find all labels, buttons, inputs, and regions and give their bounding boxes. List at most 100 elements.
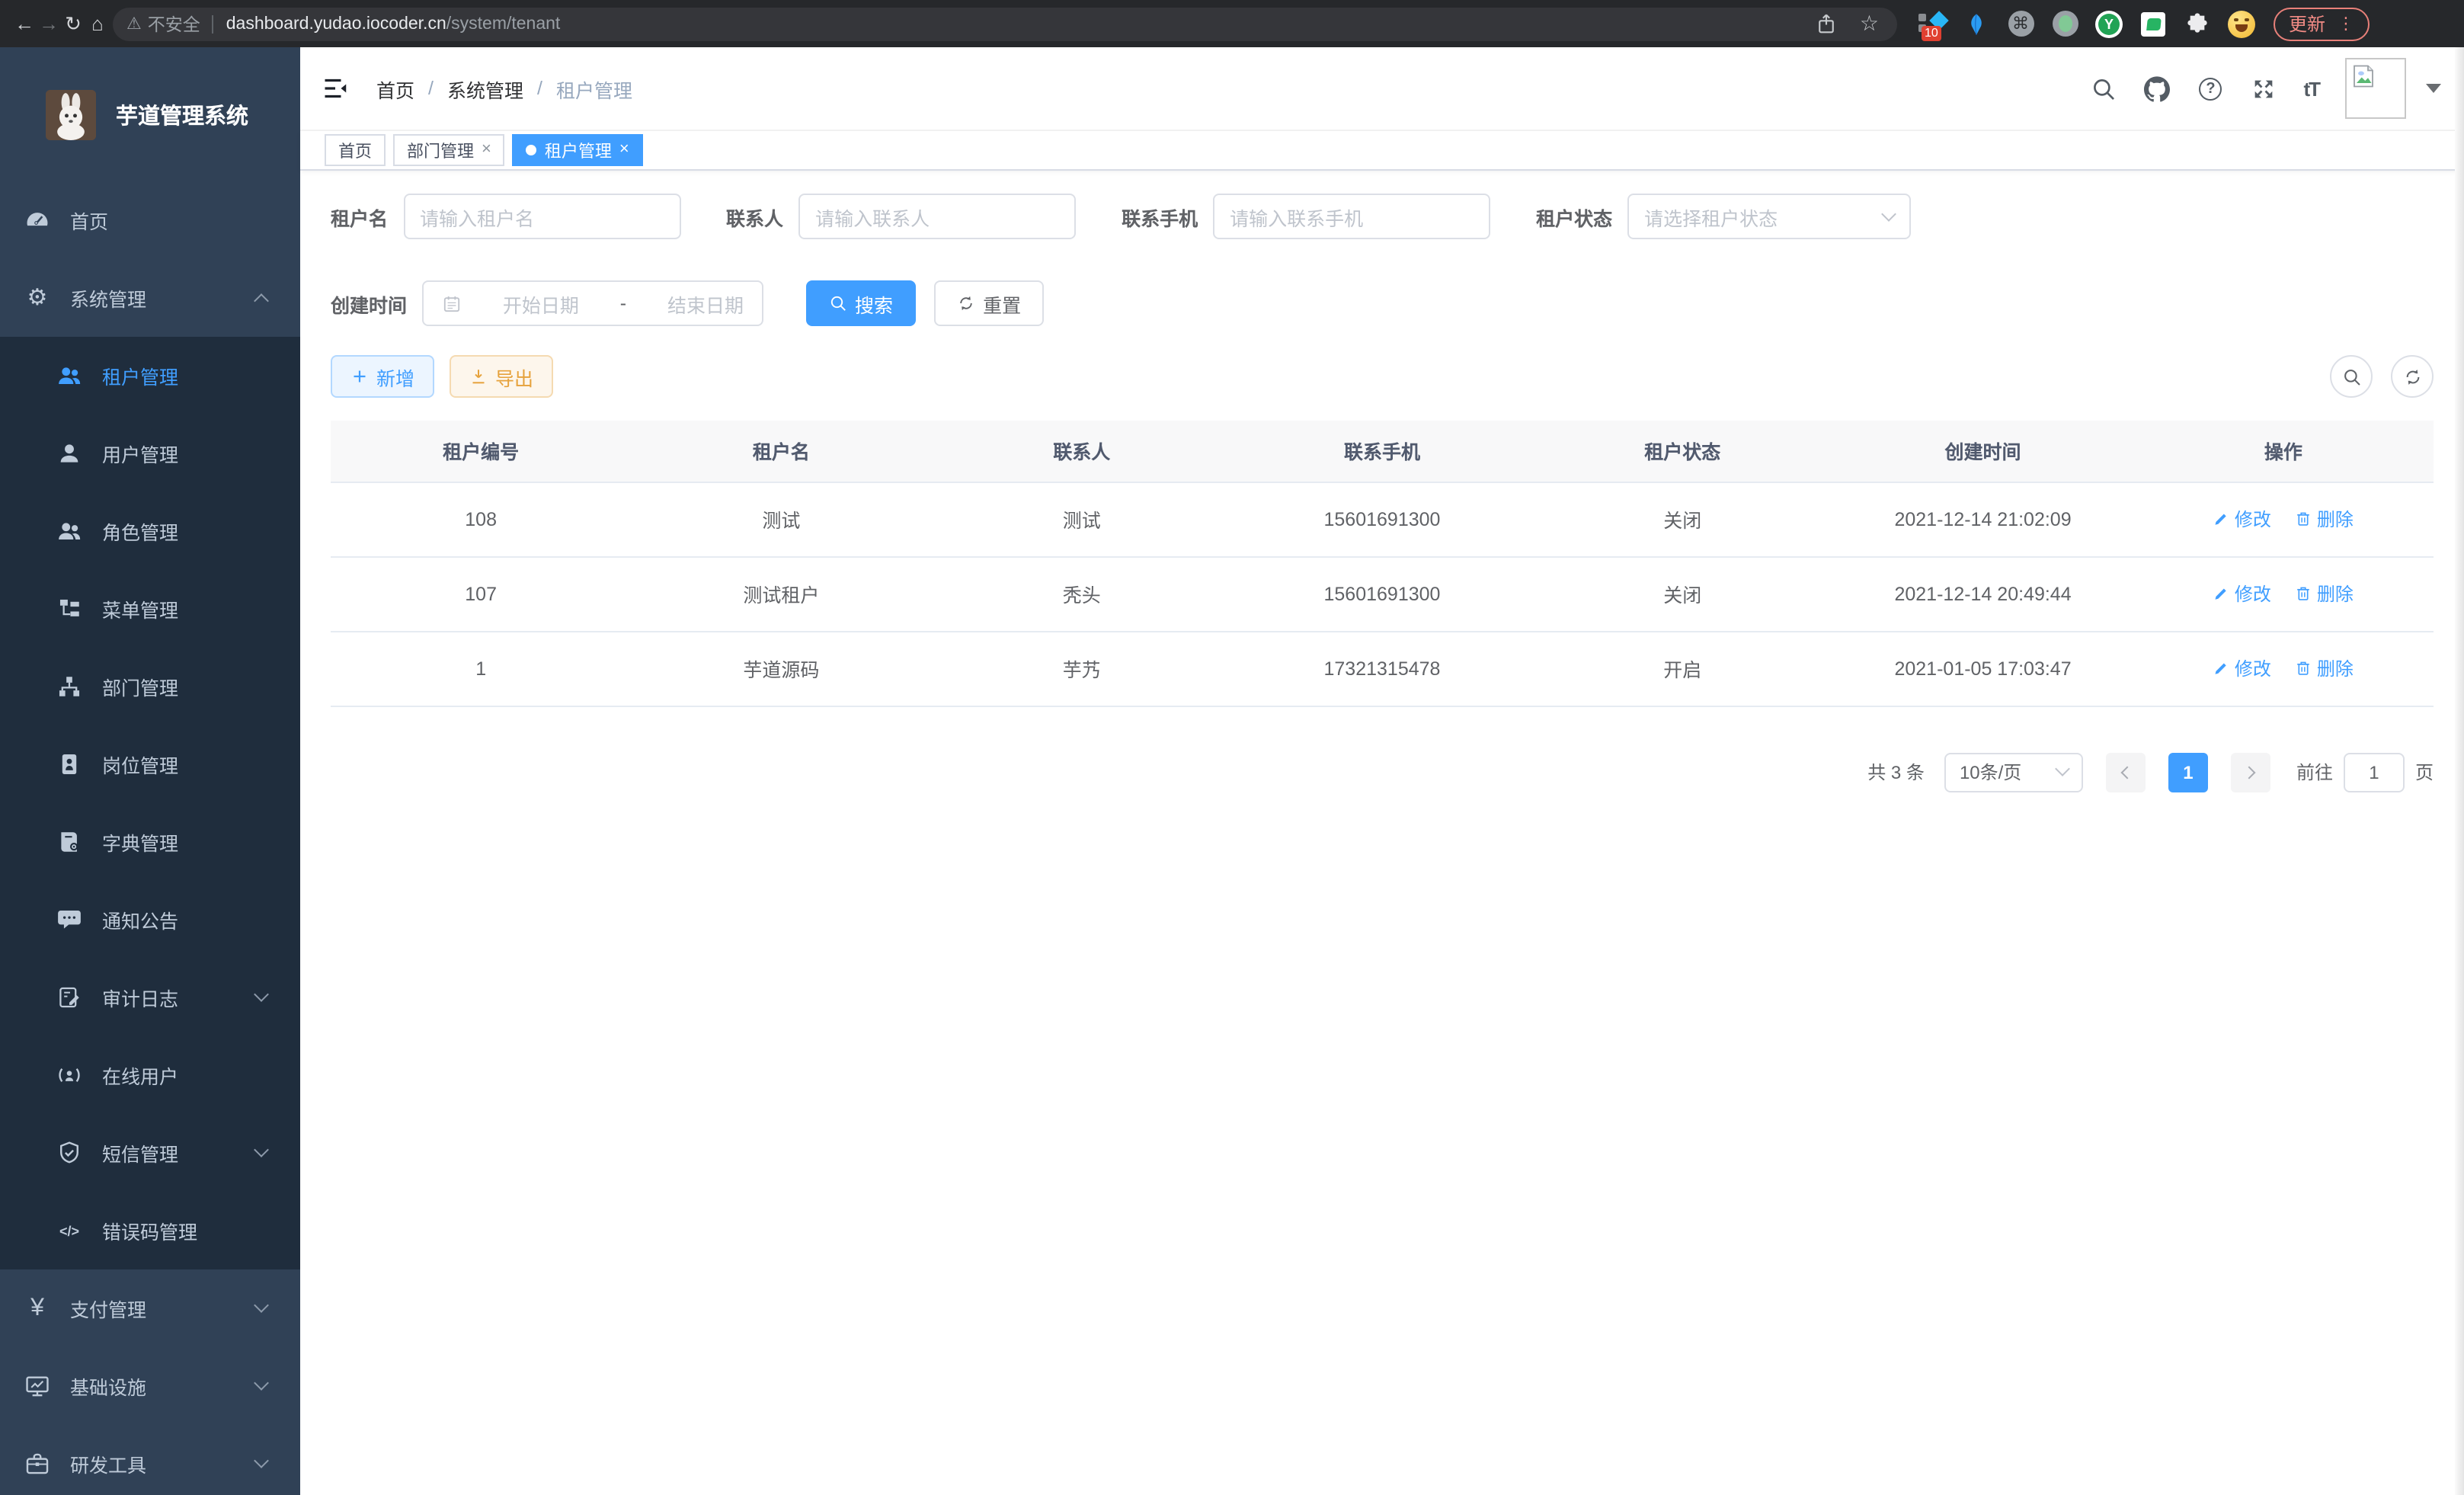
sidebar-item-tenant[interactable]: 租户管理 — [0, 337, 300, 415]
ext-record-icon[interactable] — [2051, 10, 2078, 37]
not-secure-label[interactable]: 不安全 — [148, 11, 200, 36]
system-submenu: 租户管理 用户管理 角色管理 菜单管理 部门管理 — [0, 337, 300, 1269]
avatar-caret-down-icon[interactable] — [2426, 84, 2441, 93]
cell-tenant-name: 测试 — [631, 482, 931, 556]
cell-mobile: 17321315478 — [1232, 631, 1532, 706]
end-date-placeholder[interactable]: 结束日期 — [667, 289, 744, 318]
sidebar-item-notice[interactable]: 通知公告 — [0, 881, 300, 959]
edit-link[interactable]: 修改 — [2213, 655, 2271, 681]
cell-tenant-id: 1 — [331, 631, 631, 706]
font-size-icon[interactable]: tT — [2303, 77, 2319, 100]
sidebar-fold-icon[interactable] — [322, 75, 349, 102]
help-icon[interactable]: ? — [2197, 75, 2224, 102]
sidebar-item-dept[interactable]: 部门管理 — [0, 648, 300, 725]
browser-home-icon[interactable]: ⌂ — [85, 12, 110, 35]
cell-actions: 修改删除 — [2133, 482, 2434, 556]
cell-tenant-name: 芋道源码 — [631, 631, 931, 706]
table-row: 1 芋道源码 芋艿 17321315478 开启 2021-01-05 17:0… — [331, 631, 2434, 706]
browser-forward-icon[interactable]: → — [37, 12, 61, 35]
edit-link[interactable]: 修改 — [2213, 506, 2271, 532]
address-bar[interactable]: ⚠ 不安全 dashboard.yudao.iocoder.cn/system/… — [113, 7, 1897, 40]
browser-back-icon[interactable]: ← — [12, 12, 37, 35]
cell-status: 开启 — [1532, 631, 1832, 706]
sidebar-item-system[interactable]: ⚙ 系统管理 — [0, 259, 300, 337]
yen-icon: ¥ — [24, 1295, 50, 1321]
page-scrollbar[interactable] — [2455, 47, 2464, 1495]
edit-link[interactable]: 修改 — [2213, 581, 2271, 607]
sidebar-item-pay[interactable]: ¥ 支付管理 — [0, 1269, 300, 1347]
tenant-name-label: 租户名 — [331, 202, 388, 231]
breadcrumb-system[interactable]: 系统管理 — [447, 74, 523, 103]
github-icon[interactable] — [2143, 75, 2171, 102]
url-host: dashboard.yudao.iocoder.cn — [226, 14, 446, 33]
tab-tenant[interactable]: 租户管理× — [513, 134, 643, 166]
sidebar-item-online-users[interactable]: 在线用户 — [0, 1036, 300, 1114]
sidebar-item-menu[interactable]: 菜单管理 — [0, 570, 300, 648]
chevron-down-icon — [254, 1375, 269, 1391]
bookmark-star-icon[interactable]: ☆ — [1860, 11, 1879, 37]
create-time-label: 创建时间 — [331, 289, 407, 318]
reset-button[interactable]: 重置 — [934, 280, 1044, 326]
delete-link[interactable]: 删除 — [2296, 581, 2354, 607]
share-icon[interactable] — [1816, 12, 1838, 35]
ext-puzzle-icon[interactable] — [2184, 10, 2211, 37]
sidebar-item-post[interactable]: 岗位管理 — [0, 725, 300, 803]
export-button[interactable]: 导出 — [450, 355, 553, 398]
sidebar-item-sms[interactable]: 短信管理 — [0, 1114, 300, 1192]
date-range-input[interactable]: 开始日期 - 结束日期 — [422, 280, 763, 326]
delete-link[interactable]: 删除 — [2296, 506, 2354, 532]
goto-page-input[interactable]: 1 — [2344, 752, 2405, 792]
refresh-table-button[interactable] — [2391, 355, 2434, 398]
tab-close-icon[interactable]: × — [482, 142, 491, 158]
chrome-update-button[interactable]: 更新 ⋮ — [2274, 7, 2370, 40]
breadcrumb-home[interactable]: 首页 — [376, 74, 414, 103]
prev-page-button[interactable] — [2106, 752, 2146, 792]
contact-input[interactable]: 请输入联系人 — [798, 194, 1076, 239]
ext-command-icon[interactable]: ⌘ — [2007, 10, 2034, 37]
tag-tabs-bar: 首页 部门管理× 租户管理× — [300, 131, 2464, 171]
cell-status: 关闭 — [1532, 556, 1832, 631]
current-page-button[interactable]: 1 — [2168, 752, 2208, 792]
chrome-menu-icon[interactable]: ⋮ — [2338, 14, 2354, 34]
start-date-placeholder[interactable]: 开始日期 — [503, 289, 579, 318]
cell-tenant-name: 测试租户 — [631, 556, 931, 631]
sidebar-item-infra[interactable]: 基础设施 — [0, 1347, 300, 1425]
status-select[interactable]: 请选择租户状态 — [1627, 194, 1911, 239]
tab-home[interactable]: 首页 — [325, 134, 386, 166]
next-page-button[interactable] — [2231, 752, 2270, 792]
sidebar-item-devtools[interactable]: 研发工具 — [0, 1425, 300, 1495]
ext-y-icon[interactable]: Y — [2095, 10, 2123, 37]
table-row: 107 测试租户 秃头 15601691300 关闭 2021-12-14 20… — [331, 556, 2434, 631]
sidebar-item-error-code[interactable]: </> 错误码管理 — [0, 1192, 300, 1269]
app-logo-row[interactable]: 芋道管理系统 — [0, 47, 300, 181]
page-content: 租户名 请输入租户名 联系人 请输入联系人 联系手机 请输入联系手机 租户状态 — [300, 171, 2464, 1495]
add-button[interactable]: 新增 — [331, 355, 434, 398]
ext-chat-icon[interactable] — [2139, 10, 2167, 37]
ext-kite-icon[interactable] — [1963, 10, 1990, 37]
cell-created: 2021-12-14 21:02:09 — [1832, 482, 2133, 556]
delete-link[interactable]: 删除 — [2296, 655, 2354, 681]
fullscreen-icon[interactable] — [2250, 75, 2277, 102]
page-size-select[interactable]: 10条/页 — [1944, 752, 2083, 792]
not-secure-warning-icon: ⚠ — [126, 14, 142, 34]
sidebar-item-home[interactable]: 首页 — [0, 181, 300, 259]
header-search-icon[interactable] — [2090, 75, 2117, 102]
mobile-input[interactable]: 请输入联系手机 — [1213, 194, 1490, 239]
tab-close-icon[interactable]: × — [619, 142, 629, 158]
toggle-search-button[interactable] — [2330, 355, 2373, 398]
sidebar-item-role[interactable]: 角色管理 — [0, 492, 300, 570]
search-button[interactable]: 搜索 — [806, 280, 916, 326]
cell-created: 2021-12-14 20:49:44 — [1832, 556, 2133, 631]
url-path: /system/tenant — [446, 14, 561, 33]
roles-users-icon — [56, 518, 82, 544]
sidebar-item-audit-log[interactable]: 审计日志 — [0, 959, 300, 1036]
tab-dept[interactable]: 部门管理× — [393, 134, 505, 166]
sidebar-item-user[interactable]: 用户管理 — [0, 415, 300, 492]
cell-status: 关闭 — [1532, 482, 1832, 556]
browser-reload-icon[interactable]: ↻ — [61, 11, 85, 36]
user-avatar[interactable] — [2345, 58, 2406, 119]
profile-avatar-emoji[interactable] — [2228, 10, 2255, 37]
ext-grid-diamond-icon[interactable]: 10 — [1918, 10, 1946, 37]
sidebar-item-dict[interactable]: 字典管理 — [0, 803, 300, 881]
tenant-name-input[interactable]: 请输入租户名 — [403, 194, 680, 239]
